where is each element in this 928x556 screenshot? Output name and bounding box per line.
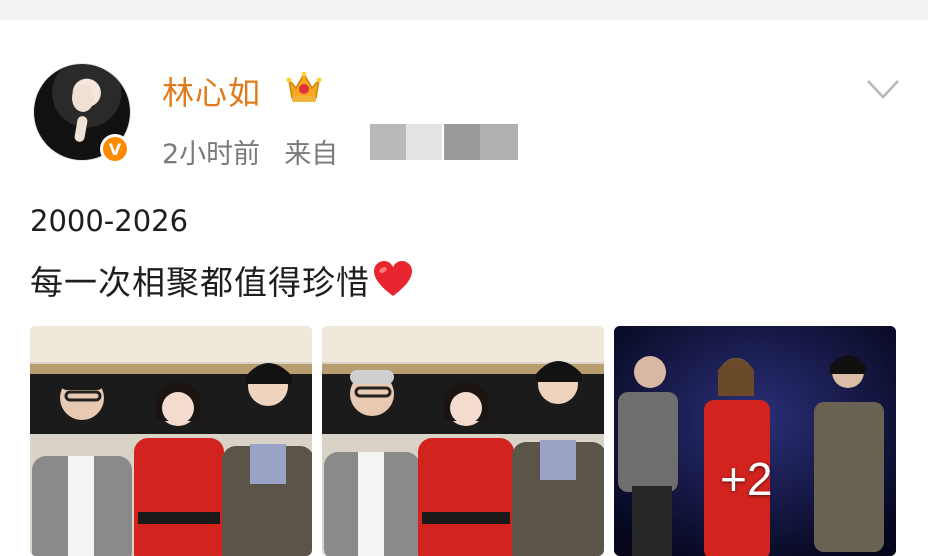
post-time: 2小时前 (162, 139, 261, 170)
verified-badge-icon: V (100, 134, 130, 164)
blurred-source (370, 124, 406, 160)
post-photo-1[interactable] (30, 326, 312, 556)
avatar-hands (73, 115, 89, 143)
chevron-down-icon[interactable] (866, 78, 900, 100)
avatar-face (72, 84, 94, 112)
blurred-source (406, 124, 442, 160)
more-photos-count[interactable]: +2 (720, 452, 772, 506)
blurred-source (480, 124, 518, 160)
post-meta: 2小时前 来自 (162, 132, 342, 171)
username[interactable]: 林心如 (162, 68, 261, 114)
post-source-label: 来自 (284, 139, 339, 170)
post-text-line-1: 2000-2026 (30, 204, 189, 238)
post-text-line-2: 每一次相聚都值得珍惜 (30, 256, 414, 304)
photo-1-image (30, 326, 312, 556)
post-text: 每一次相聚都值得珍惜 (30, 263, 370, 302)
top-divider-strip (0, 0, 928, 20)
heart-icon (374, 261, 412, 296)
photo-3-image (614, 326, 896, 556)
photo-2-image (322, 326, 604, 556)
post-photo-3[interactable] (614, 326, 896, 556)
post-photo-2[interactable] (322, 326, 604, 556)
blurred-source (444, 124, 480, 160)
crown-icon[interactable] (286, 70, 322, 104)
